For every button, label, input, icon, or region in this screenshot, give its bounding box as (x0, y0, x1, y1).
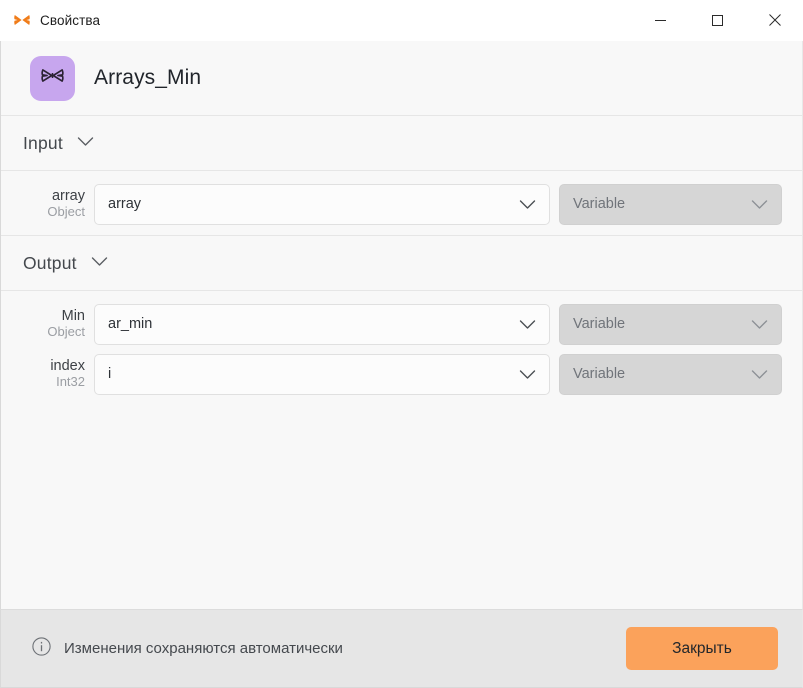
chevron-down-icon[interactable] (751, 199, 781, 210)
footer-bar: Изменения сохраняются автоматически Закр… (0, 609, 803, 688)
field-mode-combobox[interactable]: Variable (559, 303, 782, 345)
field-label-group: array Object (23, 188, 85, 220)
field-label-type: Object (47, 324, 85, 340)
chevron-down-icon[interactable] (751, 369, 781, 380)
field-label-group: index Int32 (23, 358, 85, 390)
app-header: Arrays_Min (0, 41, 803, 115)
minimize-icon (655, 19, 666, 21)
field-value-combobox[interactable]: array (94, 183, 550, 225)
close-button[interactable] (746, 0, 803, 40)
field-mode-text: Variable (573, 316, 626, 332)
field-mode-text: Variable (573, 366, 626, 382)
chevron-down-icon[interactable] (91, 254, 108, 272)
maximize-icon (712, 14, 723, 26)
field-value-combobox[interactable]: ar_min (94, 303, 550, 345)
titlebar-left: Свойства (0, 11, 100, 29)
page-title: Arrays_Min (94, 66, 202, 89)
window-controls (632, 0, 803, 40)
butterfly-icon (39, 62, 66, 94)
info-circle-icon (32, 636, 51, 661)
maximize-button[interactable] (689, 0, 746, 40)
field-label-name: index (50, 358, 85, 375)
chevron-down-icon[interactable] (519, 199, 549, 210)
field-value-combobox[interactable]: i (94, 353, 550, 395)
section-header-output[interactable]: Output (1, 235, 802, 290)
section-header-input[interactable]: Input (1, 115, 802, 170)
chevron-down-icon[interactable] (519, 369, 549, 380)
app-icon-tile (30, 55, 75, 101)
chevron-down-icon[interactable] (519, 319, 549, 330)
field-value-text: i (108, 366, 112, 382)
autosave-note-text: Изменения сохраняются автоматически (64, 640, 343, 657)
field-mode-combobox[interactable]: Variable (559, 353, 782, 395)
input-field-rows: array Object array Variable (1, 170, 802, 235)
field-label-name: Min (61, 308, 85, 325)
properties-window: Свойства Arrays_Min Input array Object a… (0, 0, 803, 688)
field-mode-text: Variable (573, 196, 626, 212)
output-field-rows: Min Object ar_min Variable index Int32 i… (1, 290, 802, 405)
chevron-down-icon[interactable] (751, 319, 781, 330)
section-title-input: Input (23, 132, 63, 153)
minimize-button[interactable] (632, 0, 689, 40)
properties-content: Input array Object array Variable Output… (0, 115, 803, 609)
field-value-text: ar_min (108, 316, 153, 332)
field-label-name: array (51, 188, 85, 205)
chevron-down-icon[interactable] (77, 134, 94, 152)
field-label-type: Int32 (56, 374, 85, 390)
field-mode-combobox[interactable]: Variable (559, 183, 782, 225)
window-title: Свойства (40, 12, 101, 28)
table-row: index Int32 i Variable (1, 349, 802, 399)
close-dialog-button[interactable]: Закрыть (626, 627, 778, 670)
section-title-output: Output (23, 252, 77, 273)
table-row: Min Object ar_min Variable (1, 299, 802, 349)
field-value-text: array (108, 196, 142, 212)
field-label-type: Object (47, 204, 85, 220)
titlebar: Свойства (0, 0, 803, 41)
autosave-note: Изменения сохраняются автоматически (32, 636, 343, 661)
close-icon (768, 14, 781, 26)
butterfly-icon (13, 11, 31, 29)
field-label-group: Min Object (23, 308, 85, 340)
field-row: array Object array Variable (1, 179, 802, 229)
